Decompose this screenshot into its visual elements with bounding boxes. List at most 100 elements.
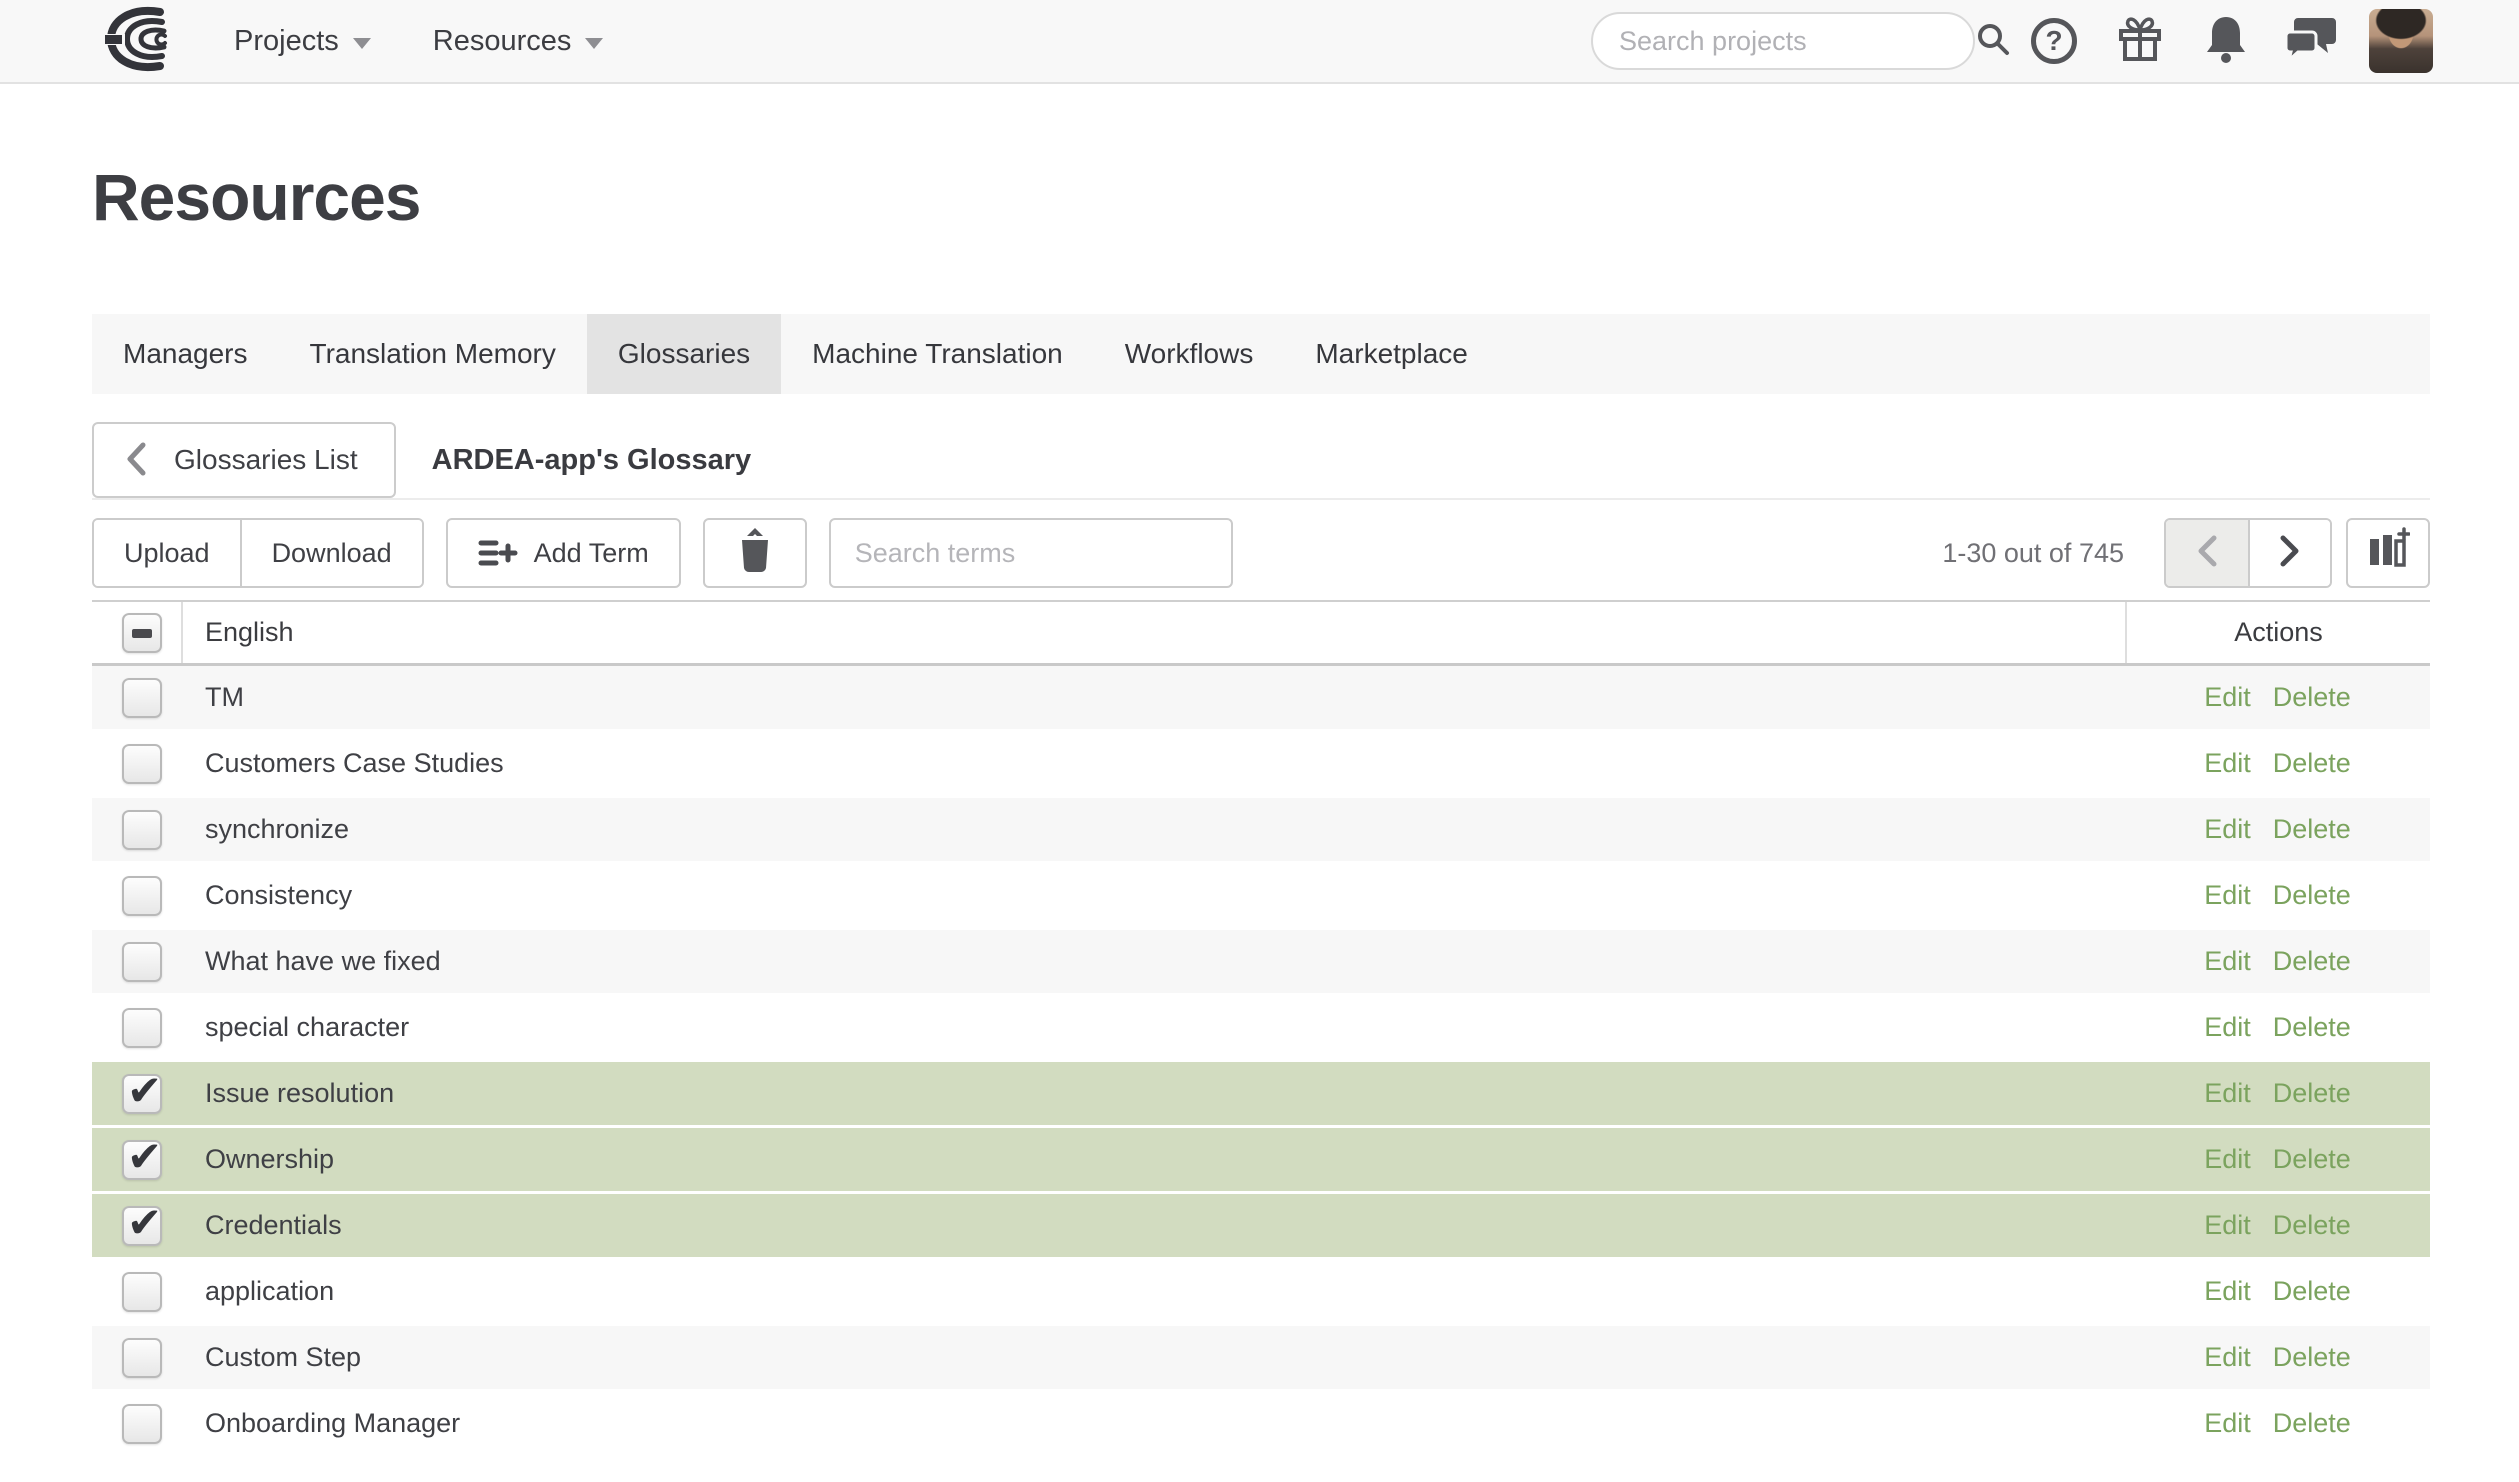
chevron-left-icon bbox=[2194, 533, 2220, 574]
edit-link[interactable]: Edit bbox=[2204, 682, 2251, 713]
nav-resources-label: Resources bbox=[432, 24, 572, 57]
table-row: Customers Case Studies Edit Delete bbox=[92, 732, 2430, 798]
delete-link[interactable]: Delete bbox=[2273, 1408, 2351, 1439]
delete-link[interactable]: Delete bbox=[2273, 1210, 2351, 1241]
help-button[interactable]: ? bbox=[2023, 10, 2085, 72]
messages-button[interactable] bbox=[2281, 10, 2343, 72]
row-checkbox[interactable] bbox=[122, 677, 162, 718]
delete-link[interactable]: Delete bbox=[2273, 1342, 2351, 1373]
pagination-count: 1-30 out of 745 bbox=[1942, 537, 2124, 568]
previous-page-button[interactable] bbox=[2166, 520, 2248, 586]
edit-link[interactable]: Edit bbox=[2204, 748, 2251, 779]
delete-link[interactable]: Delete bbox=[2273, 682, 2351, 713]
resources-tab-bar: Managers Translation Memory Glossaries Mach… bbox=[92, 314, 2430, 394]
row-checkbox[interactable] bbox=[122, 1198, 162, 1247]
table-row: special character Edit Delete bbox=[92, 996, 2430, 1062]
edit-link[interactable]: Edit bbox=[2204, 946, 2251, 977]
delete-link[interactable]: Delete bbox=[2273, 1078, 2351, 1109]
header-checkbox-cell bbox=[92, 602, 183, 663]
search-icon[interactable] bbox=[1973, 19, 2013, 64]
tab-machine-translation[interactable]: Machine Translation bbox=[781, 314, 1094, 394]
tab-marketplace[interactable]: Marketplace bbox=[1284, 314, 1499, 394]
table-row: Onboarding Manager Edit Delete bbox=[92, 1392, 2430, 1458]
row-checkbox[interactable] bbox=[122, 1066, 162, 1115]
row-checkbox[interactable] bbox=[122, 1271, 162, 1312]
delete-link[interactable]: Delete bbox=[2273, 748, 2351, 779]
table-row: Credentials Edit Delete bbox=[92, 1194, 2430, 1260]
list-plus-icon bbox=[478, 536, 518, 570]
edit-link[interactable]: Edit bbox=[2204, 1210, 2251, 1241]
table-row: Consistency Edit Delete bbox=[92, 864, 2430, 930]
edit-link[interactable]: Edit bbox=[2204, 880, 2251, 911]
back-button-label: Glossaries List bbox=[174, 444, 358, 475]
edit-link[interactable]: Edit bbox=[2204, 1144, 2251, 1175]
term-text: Customers Case Studies bbox=[205, 748, 504, 778]
tab-workflows[interactable]: Workflows bbox=[1094, 314, 1285, 394]
pagination-group bbox=[2164, 518, 2332, 588]
user-avatar[interactable] bbox=[2369, 9, 2433, 73]
table-row: Custom Step Edit Delete bbox=[92, 1326, 2430, 1392]
add-term-label: Add Term bbox=[533, 537, 649, 568]
glossary-terms-table: English Actions TM Edit Delete Customers… bbox=[92, 600, 2430, 1458]
row-checkbox[interactable] bbox=[122, 1403, 162, 1444]
row-checkbox[interactable] bbox=[122, 941, 162, 982]
row-checkbox[interactable] bbox=[122, 875, 162, 916]
term-text: Issue resolution bbox=[205, 1078, 395, 1108]
term-text: Consistency bbox=[205, 880, 353, 910]
row-checkbox[interactable] bbox=[122, 809, 162, 850]
table-row: What have we fixed Edit Delete bbox=[92, 930, 2430, 996]
add-term-button[interactable]: Add Term bbox=[445, 518, 681, 588]
table-row: synchronize Edit Delete bbox=[92, 798, 2430, 864]
tab-translation-memory[interactable]: Translation Memory bbox=[279, 314, 587, 394]
next-page-button[interactable] bbox=[2248, 520, 2330, 586]
delete-link[interactable]: Delete bbox=[2273, 1276, 2351, 1307]
edit-link[interactable]: Edit bbox=[2204, 1342, 2251, 1373]
edit-link[interactable]: Edit bbox=[2204, 814, 2251, 845]
upload-download-group: Upload Download bbox=[92, 518, 424, 588]
glossaries-list-back-button[interactable]: Glossaries List bbox=[92, 422, 396, 498]
table-body: TM Edit Delete Customers Case Studies Ed… bbox=[92, 666, 2430, 1458]
nav-menu-resources[interactable]: Resources bbox=[433, 25, 604, 58]
tab-managers[interactable]: Managers bbox=[92, 314, 279, 394]
manage-columns-button[interactable] bbox=[2346, 518, 2430, 588]
delete-link[interactable]: Delete bbox=[2273, 1144, 2351, 1175]
term-text: Credentials bbox=[205, 1210, 342, 1240]
main-content: Resources Managers Translation Memory Glos… bbox=[0, 164, 2519, 1458]
trash-icon bbox=[736, 526, 774, 581]
breadcrumb: Glossaries List ARDEA-app's Glossary bbox=[92, 422, 2430, 498]
delete-link[interactable]: Delete bbox=[2273, 1012, 2351, 1043]
search-terms-input[interactable] bbox=[828, 518, 1233, 588]
page-title: Resources bbox=[92, 160, 422, 234]
top-navigation-bar: Projects Resources ? bbox=[0, 0, 2519, 84]
nav-menu-projects[interactable]: Projects bbox=[234, 25, 371, 58]
row-checkbox[interactable] bbox=[122, 1007, 162, 1048]
table-row: Ownership Edit Delete bbox=[92, 1128, 2430, 1194]
tab-glossaries[interactable]: Glossaries bbox=[586, 314, 782, 394]
edit-link[interactable]: Edit bbox=[2204, 1078, 2251, 1109]
term-text: application bbox=[205, 1276, 335, 1306]
download-button[interactable]: Download bbox=[239, 520, 422, 586]
row-checkbox[interactable] bbox=[122, 1132, 162, 1181]
upload-button[interactable]: Upload bbox=[94, 520, 240, 586]
gifts-button[interactable] bbox=[2109, 10, 2171, 72]
term-text: Ownership bbox=[205, 1144, 335, 1174]
edit-link[interactable]: Edit bbox=[2204, 1408, 2251, 1439]
delete-link[interactable]: Delete bbox=[2273, 814, 2351, 845]
edit-link[interactable]: Edit bbox=[2204, 1012, 2251, 1043]
row-checkbox[interactable] bbox=[122, 743, 162, 784]
column-header-english: English bbox=[205, 617, 294, 647]
delete-terms-button[interactable] bbox=[702, 518, 807, 588]
delete-link[interactable]: Delete bbox=[2273, 946, 2351, 977]
row-checkbox[interactable] bbox=[122, 1337, 162, 1378]
delete-link[interactable]: Delete bbox=[2273, 880, 2351, 911]
select-all-checkbox[interactable] bbox=[122, 612, 162, 653]
app-logo[interactable] bbox=[100, 6, 184, 75]
search-projects-input[interactable] bbox=[1619, 25, 1973, 57]
term-text: What have we fixed bbox=[205, 946, 441, 976]
edit-link[interactable]: Edit bbox=[2204, 1276, 2251, 1307]
term-text: Onboarding Manager bbox=[205, 1408, 461, 1438]
notifications-button[interactable] bbox=[2195, 10, 2257, 72]
section-divider bbox=[92, 498, 2430, 500]
table-row: TM Edit Delete bbox=[92, 666, 2430, 732]
chat-bubbles-icon bbox=[2284, 12, 2340, 71]
